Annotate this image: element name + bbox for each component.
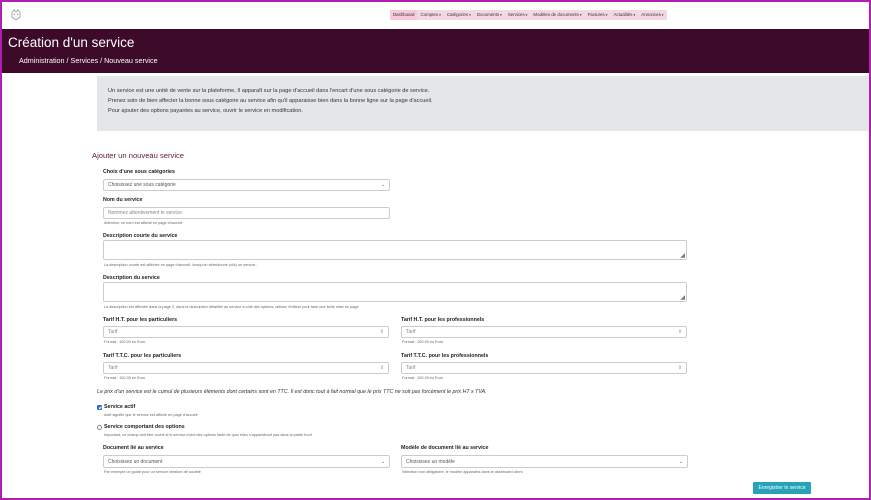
short-description-label: Description courte du service: [103, 233, 178, 239]
price-ht-particuliers-placeholder: Tarif: [108, 329, 118, 335]
price-ttc-pros-help: Format : 100.00 en Euro: [402, 376, 444, 380]
service-options-checkbox[interactable]: [97, 425, 102, 430]
menu-documents[interactable]: Documents▾: [474, 10, 505, 20]
linked-template-value: Choisissez un modèle: [406, 458, 455, 465]
info-panel: Un service est une unité de vente sur la…: [97, 76, 869, 131]
chevron-down-icon: ▾: [500, 13, 502, 17]
subcategory-value: Choisissez une sous catégorie: [108, 182, 176, 188]
top-navbar: Dashboard Comptes▾ Catégories▾ Documents…: [2, 2, 869, 29]
description-textarea[interactable]: ◢: [103, 282, 687, 302]
description-label: Description du service: [103, 275, 160, 281]
price-ht-pros-input[interactable]: Tarif ⇳: [401, 326, 687, 338]
linked-template-select[interactable]: Choisissez un modèle ⌄: [401, 455, 688, 468]
resize-handle-icon[interactable]: ◢: [680, 295, 685, 301]
page-header: Création d'un service Administration / S…: [2, 29, 869, 73]
info-line-3: Pour ajouter des options payantes au ser…: [108, 108, 303, 114]
resize-handle-icon[interactable]: ◢: [680, 253, 685, 259]
subcategory-select[interactable]: Choisissez une sous catégorie ⌄: [103, 179, 390, 191]
menu-comptes[interactable]: Comptes▾: [417, 10, 443, 20]
menu-dashboard[interactable]: Dashboard: [390, 10, 418, 20]
price-ht-pros-placeholder: Tarif: [406, 329, 416, 335]
form-section-title: Ajouter un nouveau service: [92, 151, 185, 160]
number-spinner-icon[interactable]: ⇳: [380, 365, 384, 371]
menu-services[interactable]: Services▾: [505, 10, 531, 20]
service-active-help: Actif signifie que le service est affich…: [104, 413, 198, 417]
app-window: Dashboard Comptes▾ Catégories▾ Documents…: [0, 0, 871, 500]
menu-services-label: Services: [507, 12, 525, 17]
menu-categories[interactable]: Catégories▾: [444, 10, 474, 20]
chevron-down-icon: ▾: [439, 13, 441, 17]
linked-document-label: Document lié au service: [103, 445, 164, 451]
name-placeholder: Nommez attentivement le service: [108, 210, 182, 216]
price-ttc-particuliers-placeholder: Tarif: [108, 365, 118, 371]
price-note: Le prix d'un service est le cumul de plu…: [97, 389, 487, 395]
name-help: Attention, ce nom est affiché en page d'…: [104, 221, 183, 225]
breadcrumb: Administration / Services / Nouveau serv…: [19, 56, 158, 65]
price-ht-pros-label: Tarif H.T. pour les professionnels: [401, 317, 485, 323]
subcategory-label: Choix d'une sous catégories: [103, 169, 175, 175]
price-ttc-particuliers-help: Format : 100.00 en Euro: [104, 376, 146, 380]
save-service-button[interactable]: Enregistrer le service: [753, 482, 811, 494]
linked-document-help: Par exemple un guide pour un service cré…: [104, 470, 201, 474]
price-ttc-particuliers-input[interactable]: Tarif ⇳: [103, 362, 389, 374]
logo-icon[interactable]: [10, 9, 22, 21]
linked-template-help: Sélection non obligatoire, le modèle app…: [402, 470, 523, 474]
service-active-label[interactable]: Service actif: [104, 404, 135, 410]
price-ht-pros-help: Format : 100.00 en Euro: [402, 340, 444, 344]
menu-actualites[interactable]: Actualités▾: [610, 10, 638, 20]
page-title: Création d'un service: [8, 35, 135, 50]
description-help: La description est affichée dans la page…: [104, 305, 359, 309]
chevron-down-icon: ▾: [633, 13, 636, 17]
price-ttc-particuliers-label: Tarif T.T.C. pour les particuliers: [103, 353, 182, 359]
chevron-down-icon: ⌄: [380, 182, 385, 188]
price-ht-particuliers-label: Tarif H.T. pour les particuliers: [103, 317, 178, 323]
chevron-down-icon: ⌄: [678, 458, 683, 465]
linked-document-select[interactable]: Choisissez un document ⌄: [103, 455, 390, 468]
price-ttc-pros-input[interactable]: Tarif ⇳: [401, 362, 687, 374]
menu-modeles[interactable]: Modèles de documents▾: [530, 10, 584, 20]
menu-factures[interactable]: Factures▾: [585, 10, 611, 20]
menu-comptes-label: Comptes: [420, 12, 439, 17]
main-menu: Dashboard Comptes▾ Catégories▾ Documents…: [390, 10, 667, 20]
menu-documents-label: Documents: [476, 12, 500, 17]
menu-categories-label: Catégories: [446, 12, 469, 17]
menu-annonces[interactable]: Annonces▾: [638, 10, 666, 20]
chevron-down-icon: ▾: [579, 13, 582, 17]
linked-template-label: Modèle de document lié au service: [401, 445, 489, 451]
menu-actualites-label: Actualités: [613, 12, 633, 17]
price-ht-particuliers-input[interactable]: Tarif ⇳: [103, 326, 389, 338]
name-input[interactable]: Nommez attentivement le service: [103, 207, 390, 219]
number-spinner-icon[interactable]: ⇳: [678, 365, 682, 371]
menu-factures-label: Factures: [587, 12, 605, 17]
short-description-textarea[interactable]: ◢: [103, 240, 687, 260]
chevron-down-icon: ▾: [469, 13, 471, 17]
info-line-2: Prenez soin de bien affecter la bonne so…: [108, 98, 433, 104]
number-spinner-icon[interactable]: ⇳: [380, 329, 384, 335]
service-active-checkbox[interactable]: [97, 405, 102, 410]
price-ttc-pros-placeholder: Tarif: [406, 365, 416, 371]
chevron-down-icon: ▾: [605, 13, 608, 17]
info-line-1: Un service est une unité de vente sur la…: [108, 88, 430, 94]
menu-annonces-label: Annonces: [641, 12, 661, 17]
menu-modeles-label: Modèles de documents: [533, 12, 579, 17]
linked-document-value: Choisissez un document: [108, 458, 163, 465]
number-spinner-icon[interactable]: ⇳: [678, 329, 682, 335]
price-ht-particuliers-help: Format : 100.00 en Euro: [104, 340, 146, 344]
service-options-label[interactable]: Service comportant des options: [104, 424, 185, 430]
chevron-down-icon: ▾: [525, 13, 528, 17]
menu-dashboard-label: Dashboard: [393, 12, 415, 17]
chevron-down-icon: ⌄: [380, 458, 385, 465]
name-label: Nom du service: [103, 197, 143, 203]
price-ttc-pros-label: Tarif T.T.C. pour les professionnels: [401, 353, 489, 359]
chevron-down-icon: ▾: [661, 13, 664, 17]
short-description-help: La description courte est affichée en pa…: [104, 263, 259, 267]
service-options-help: Important, ce champ doit être coché si l…: [104, 433, 312, 437]
